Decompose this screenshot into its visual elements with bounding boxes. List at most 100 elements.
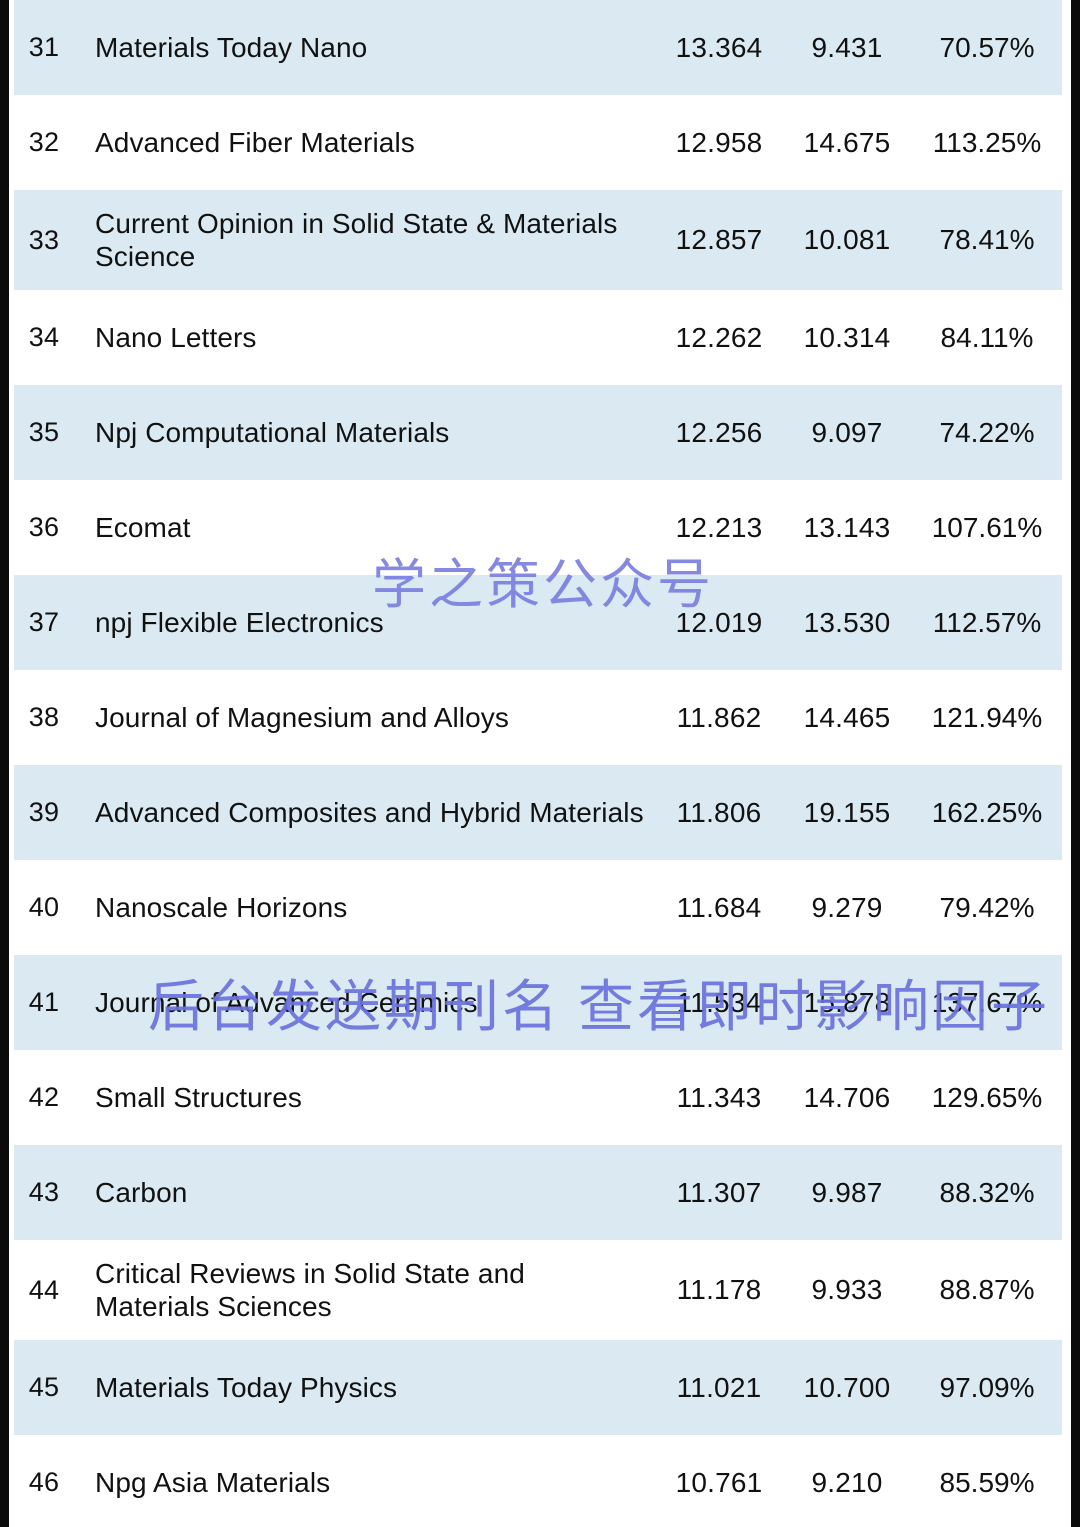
row-impact-factor: 11.178 <box>676 1274 762 1305</box>
row-secondary-value: 9.097 <box>811 416 883 448</box>
row-journal-name: Materials Today Physics <box>95 1371 398 1403</box>
row-secondary-value: 14.465 <box>803 701 891 733</box>
row-percent: 70.57% <box>939 31 1035 63</box>
row-rank: 31 <box>28 32 60 62</box>
row-impact-factor: 11.684 <box>676 891 762 923</box>
row-secondary-value: 14.675 <box>803 126 891 158</box>
row-journal-name: Carbon <box>95 1176 188 1208</box>
row-secondary-value: 9.210 <box>811 1466 883 1498</box>
table-row[interactable]: 33 Current Opinion in Solid State & Mater… <box>14 190 1062 290</box>
row-percent: 85.59% <box>939 1466 1035 1498</box>
row-percent: 88.87% <box>939 1274 1035 1305</box>
row-percent: 112.57% <box>932 606 1042 638</box>
row-impact-factor: 12.213 <box>675 511 763 543</box>
row-percent: 129.65% <box>931 1081 1043 1113</box>
row-journal-name: Advanced Fiber Materials <box>95 126 415 158</box>
row-secondary-value: 19.155 <box>803 796 891 828</box>
row-rank: 42 <box>28 1082 60 1112</box>
table-row[interactable]: 38 Journal of Magnesium and Alloys 11.862 1… <box>14 670 1062 765</box>
row-secondary-value: 10.700 <box>803 1371 891 1403</box>
row-secondary-value: 9.933 <box>811 1274 883 1305</box>
row-rank: 39 <box>28 797 60 827</box>
table-row[interactable]: 39 Advanced Composites and Hybrid Materia… <box>14 765 1062 860</box>
table-row[interactable]: 42 Small Structures 11.343 14.706 129.65% <box>14 1050 1062 1145</box>
row-journal-name: Nano Letters <box>95 321 257 353</box>
row-impact-factor: 12.857 <box>675 224 763 255</box>
row-secondary-value: 14.706 <box>803 1081 891 1113</box>
row-journal-name: Npj Computational Materials <box>95 416 450 448</box>
row-secondary-value: 10.081 <box>803 224 891 255</box>
journal-ranking-table: 31 Materials Today Nano 13.364 9.431 70.57% 3… <box>14 0 1062 1527</box>
row-percent: 113.25% <box>932 126 1042 158</box>
row-secondary-value: 9.279 <box>811 891 883 923</box>
row-rank: 44 <box>28 1274 60 1305</box>
row-journal-name: Npg Asia Materials <box>95 1466 331 1498</box>
row-secondary-value: 10.314 <box>803 321 891 353</box>
table-row[interactable]: 40 Nanoscale Horizons 11.684 9.279 79.42% <box>14 860 1062 955</box>
table-row[interactable]: 35 Npj Computational Materials 12.256 9.097… <box>14 385 1062 480</box>
row-journal-name: Nanoscale Horizons <box>95 891 348 923</box>
table-row[interactable]: 32 Advanced Fiber Materials 12.958 14.675 11… <box>14 95 1062 190</box>
table-row[interactable]: 43 Carbon 11.307 9.987 88.32% <box>14 1145 1062 1240</box>
table-row[interactable]: 37 npj Flexible Electronics 12.019 13.530 11… <box>14 575 1062 670</box>
row-impact-factor: 12.262 <box>675 321 763 353</box>
row-journal-name: Ecomat <box>95 511 191 543</box>
row-rank: 40 <box>28 892 60 922</box>
row-impact-factor: 10.761 <box>675 1466 763 1498</box>
table-row[interactable]: 41 Journal of Advanced Ceramics 11.534 15.8… <box>14 955 1062 1050</box>
row-journal-name: Current Opinion in Solid State & Materia… <box>95 207 618 272</box>
row-percent: 107.61% <box>931 511 1043 543</box>
table-row[interactable]: 45 Materials Today Physics 11.021 10.700 97.… <box>14 1340 1062 1435</box>
row-journal-name: Journal of Advanced Ceramics <box>95 986 478 1018</box>
right-gutter <box>1062 0 1071 1527</box>
row-secondary-value: 9.987 <box>811 1176 883 1208</box>
table-row[interactable]: 46 Npg Asia Materials 10.761 9.210 85.59% <box>14 1435 1062 1527</box>
row-journal-name: Critical Reviews in Solid State and Mate… <box>95 1257 525 1322</box>
table-row[interactable]: 34 Nano Letters 12.262 10.314 84.11% <box>14 290 1062 385</box>
row-percent: 88.32% <box>939 1176 1035 1208</box>
row-journal-name: Materials Today Nano <box>95 31 368 63</box>
row-journal-name: npj Flexible Electronics <box>95 606 384 638</box>
table-row[interactable]: 44 Critical Reviews in Solid State and Ma… <box>14 1240 1062 1340</box>
left-page-border <box>0 0 9 1527</box>
table-row[interactable]: 36 Ecomat 12.213 13.143 107.61% <box>14 480 1062 575</box>
row-rank: 37 <box>28 607 60 637</box>
row-rank: 35 <box>28 417 60 447</box>
row-impact-factor: 11.307 <box>676 1176 762 1208</box>
row-secondary-value: 9.431 <box>811 31 883 63</box>
row-percent: 78.41% <box>939 224 1035 255</box>
row-percent: 84.11% <box>940 321 1034 353</box>
row-impact-factor: 12.019 <box>675 606 763 638</box>
row-rank: 43 <box>28 1177 60 1207</box>
journal-ranking-table-page: 31 Materials Today Nano 13.364 9.431 70.57% 3… <box>0 0 1080 1527</box>
row-rank: 38 <box>28 702 60 732</box>
row-rank: 46 <box>28 1467 60 1497</box>
row-journal-name: Advanced Composites and Hybrid Materials <box>95 796 644 828</box>
row-rank: 36 <box>28 512 60 542</box>
row-percent: 121.94% <box>931 701 1043 733</box>
row-rank: 34 <box>28 322 60 352</box>
row-rank: 45 <box>28 1372 60 1402</box>
row-impact-factor: 11.534 <box>676 986 762 1018</box>
row-secondary-value: 13.530 <box>803 606 891 638</box>
row-journal-name: Journal of Magnesium and Alloys <box>95 701 509 733</box>
table-row[interactable]: 31 Materials Today Nano 13.364 9.431 70.57% <box>14 0 1062 95</box>
row-impact-factor: 13.364 <box>675 31 763 63</box>
row-impact-factor: 11.021 <box>676 1371 762 1403</box>
row-journal-name: Small Structures <box>95 1081 302 1113</box>
row-percent: 74.22% <box>939 416 1035 448</box>
row-secondary-value: 13.143 <box>803 511 891 543</box>
row-impact-factor: 12.256 <box>675 416 763 448</box>
row-rank: 33 <box>28 224 60 255</box>
row-secondary-value: 15.878 <box>803 986 891 1018</box>
row-impact-factor: 11.862 <box>676 701 762 733</box>
row-percent: 137.67% <box>931 986 1043 1018</box>
row-impact-factor: 11.343 <box>676 1081 762 1113</box>
row-percent: 79.42% <box>939 891 1035 923</box>
row-impact-factor: 11.806 <box>676 796 762 828</box>
row-percent: 97.09% <box>939 1371 1035 1403</box>
row-impact-factor: 12.958 <box>675 126 763 158</box>
row-rank: 32 <box>28 127 60 157</box>
row-rank: 41 <box>28 987 60 1017</box>
right-page-border <box>1071 0 1080 1527</box>
